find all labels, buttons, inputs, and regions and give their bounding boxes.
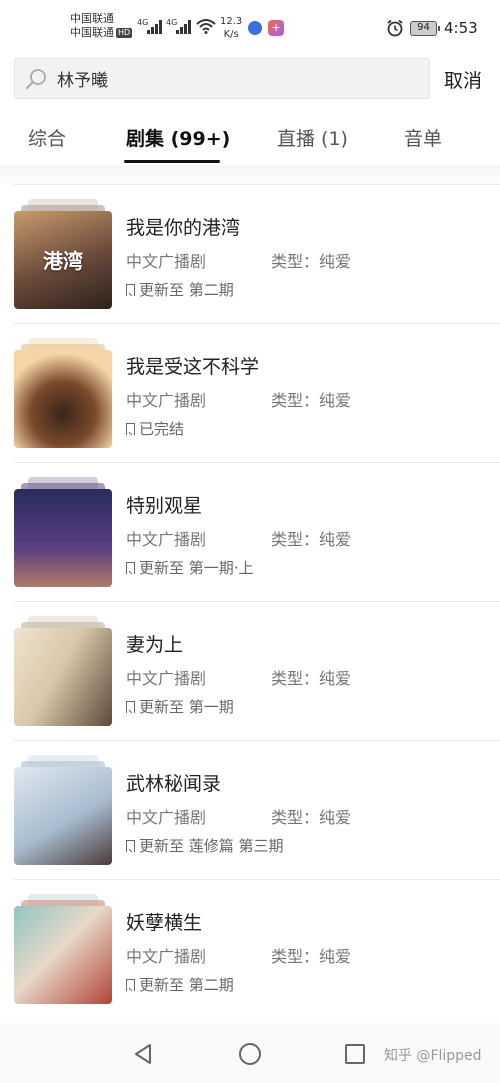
hd-badge: HD (116, 28, 133, 38)
search-icon (25, 69, 46, 90)
back-icon[interactable] (132, 1043, 154, 1065)
item-status: 已完结 (126, 418, 184, 439)
clock: 4:53 (444, 19, 478, 37)
tab-live[interactable]: 直播 (1) (277, 124, 348, 151)
item-title: 武林秘闻录 (126, 773, 222, 795)
list-item[interactable]: 我是受这不科学 中文广播剧 类型：纯爱 已完结 (0, 324, 500, 463)
tab-bar: 综合 剧集 (99+) 直播 (1) 音单 (0, 110, 500, 165)
item-title: 妻为上 (126, 634, 184, 656)
signal-icon-2 (176, 20, 192, 34)
recent-apps-button[interactable] (345, 1044, 365, 1064)
item-category: 中文广播剧 (126, 530, 207, 549)
item-status: 更新至 第二期 (126, 974, 234, 995)
item-category: 中文广播剧 (126, 391, 207, 410)
item-status: 更新至 莲修篇 第三期 (126, 835, 284, 856)
cover-image: 港湾 (14, 199, 112, 311)
tab-playlists[interactable]: 音单 (404, 124, 442, 151)
tab-overview[interactable]: 综合 (28, 124, 66, 151)
bookmark-icon (126, 562, 135, 574)
list-item[interactable]: 妖孽横生 中文广播剧 类型：纯爱 更新至 第二期 (0, 880, 500, 1019)
carrier-2: 中国联通 (70, 26, 114, 39)
alarm-icon (387, 19, 403, 37)
list-item[interactable]: 妻为上 中文广播剧 类型：纯爱 更新至 第一期 (0, 602, 500, 741)
list-item[interactable]: 港湾 我是你的港湾 中文广播剧 类型：纯爱 更新至 第二期 (0, 185, 500, 324)
item-category: 中文广播剧 (126, 252, 207, 271)
cover-image (14, 894, 112, 1006)
item-title: 特别观星 (126, 495, 203, 517)
search-input[interactable] (57, 59, 417, 98)
item-genre: 类型：纯爱 (271, 947, 352, 966)
carrier-1: 中国联通 (70, 12, 114, 25)
item-category: 中文广播剧 (126, 808, 207, 827)
cover-image (14, 755, 112, 867)
bookmark-icon (126, 423, 135, 435)
item-title: 我是受这不科学 (126, 356, 260, 378)
bookmark-icon (126, 284, 135, 296)
item-title: 我是你的港湾 (126, 217, 241, 239)
battery-indicator: 94 (410, 21, 440, 36)
home-button[interactable] (239, 1043, 261, 1065)
item-genre: 类型：纯爱 (271, 808, 352, 827)
tab-shadow (0, 165, 500, 185)
network-speed: 12.3 K/s (220, 16, 243, 40)
music-app-icon (248, 21, 262, 35)
tab-episodes[interactable]: 剧集 (99+) (126, 124, 230, 151)
item-status: 更新至 第一期 (126, 696, 234, 717)
item-category: 中文广播剧 (126, 947, 207, 966)
search-bar[interactable] (14, 58, 430, 99)
cover-image (14, 616, 112, 728)
signal-icon (147, 20, 163, 34)
item-genre: 类型：纯爱 (271, 530, 352, 549)
item-title: 妖孽横生 (126, 912, 203, 934)
wifi-icon (196, 19, 216, 34)
item-genre: 类型：纯爱 (271, 391, 352, 410)
bookmark-icon (126, 979, 135, 991)
item-status: 更新至 第一期·上 (126, 557, 254, 578)
list-item[interactable]: 特别观星 中文广播剧 类型：纯爱 更新至 第一期·上 (0, 463, 500, 602)
bookmark-icon (126, 701, 135, 713)
list-item[interactable]: 武林秘闻录 中文广播剧 类型：纯爱 更新至 莲修篇 第三期 (0, 741, 500, 880)
status-bar: 中国联通 中国联通 HD 4G 4G 12.3 K/s + 94 4:53 (0, 0, 500, 52)
active-tab-indicator (124, 160, 220, 163)
app-notification-icon: + (268, 20, 284, 36)
watermark: 知乎 @Flipped (384, 1048, 482, 1064)
bookmark-icon (126, 840, 135, 852)
carrier-info: 中国联通 中国联通 HD (70, 12, 133, 40)
cover-image (14, 338, 112, 450)
item-genre: 类型：纯爱 (271, 669, 352, 688)
cancel-button[interactable]: 取消 (444, 66, 482, 93)
system-nav-bar: 知乎 @Flipped (0, 1023, 500, 1083)
item-genre: 类型：纯爱 (271, 252, 352, 271)
cover-image (14, 477, 112, 589)
item-category: 中文广播剧 (126, 669, 207, 688)
item-status: 更新至 第二期 (126, 279, 234, 300)
